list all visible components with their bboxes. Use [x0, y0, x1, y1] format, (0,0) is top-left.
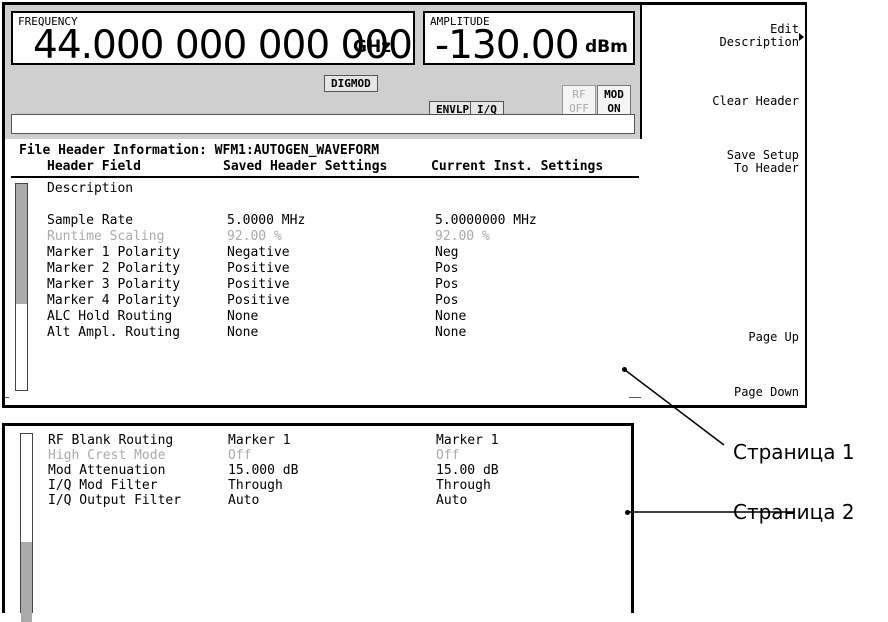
callout-dot [622, 367, 627, 372]
callout-page-1: Страница 1 [733, 440, 855, 464]
callout-page-2: Страница 2 [733, 500, 855, 524]
callout-dot [625, 510, 630, 515]
